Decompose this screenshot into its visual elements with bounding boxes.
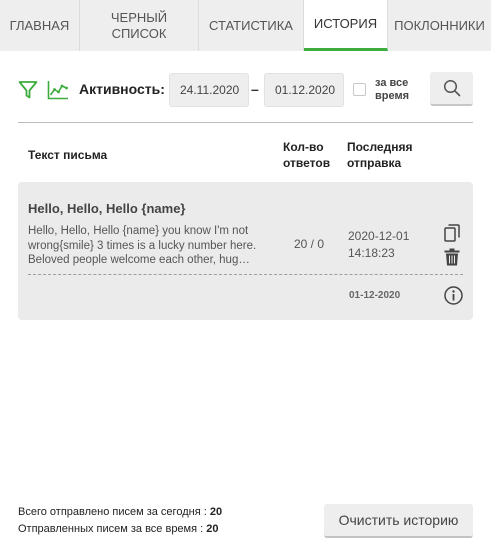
- filter-icon[interactable]: [18, 80, 38, 100]
- date-from-input[interactable]: 24.11.2020: [169, 73, 249, 107]
- sent-total-label: Отправленных писем за все время :: [18, 523, 204, 535]
- row-divider: [28, 274, 463, 275]
- reply-count: 20 / 0: [294, 237, 325, 251]
- tab-fans[interactable]: ПОКЛОННИКИ: [388, 0, 491, 51]
- date-separator: –: [251, 81, 259, 97]
- tab-bar: ГЛАВНАЯ ЧЕРНЫЙ СПИСОК СТАТИСТИКА ИСТОРИЯ…: [0, 0, 491, 51]
- tab-history[interactable]: ИСТОРИЯ: [304, 0, 388, 51]
- info-icon[interactable]: [444, 286, 463, 305]
- all-time-label[interactable]: за все время: [375, 77, 425, 103]
- sent-today: Всего отправлено писем за сегодня : 20: [18, 504, 222, 521]
- activity-label: Активность:: [79, 81, 165, 97]
- clear-history-button[interactable]: Очистить историю: [324, 504, 473, 538]
- message-title: Hello, Hello, Hello {name}: [28, 201, 186, 216]
- chart-icon[interactable]: [47, 80, 69, 100]
- column-header-count: Кол-во ответов: [283, 140, 331, 170]
- tab-home[interactable]: ГЛАВНАЯ: [0, 0, 80, 51]
- copy-icon[interactable]: [444, 224, 460, 242]
- column-header-last-sent: Последняя отправка: [347, 140, 413, 170]
- history-row: Hello, Hello, Hello {name} Hello, Hello,…: [18, 182, 473, 320]
- tab-blacklist[interactable]: ЧЕРНЫЙ СПИСОК: [80, 0, 199, 51]
- date-to-input[interactable]: 01.12.2020: [264, 73, 344, 107]
- sent-today-label: Всего отправлено писем за сегодня :: [18, 506, 207, 518]
- stats-summary: Всего отправлено писем за сегодня : 20 О…: [18, 504, 222, 538]
- column-header-text: Текст письма: [28, 148, 108, 162]
- all-time-checkbox[interactable]: [353, 83, 366, 96]
- message-body: Hello, Hello, Hello {name} you know I'm …: [28, 225, 257, 267]
- search-icon: [443, 79, 460, 97]
- sent-total-value: 20: [206, 523, 219, 535]
- tab-statistics[interactable]: СТАТИСТИКА: [199, 0, 304, 51]
- sent-today-value: 20: [209, 506, 223, 518]
- trash-icon[interactable]: [444, 248, 460, 266]
- activity-filter: Активность: 24.11.2020 – 01.12.2020 за в…: [18, 72, 473, 108]
- row-date: 01-12-2020: [349, 290, 401, 301]
- last-sent-time: 2020-12-01 14:18:23: [348, 229, 410, 260]
- divider: [18, 122, 473, 123]
- sent-total: Отправленных писем за все время : 20: [18, 521, 222, 538]
- history-page: ГЛАВНАЯ ЧЕРНЫЙ СПИСОК СТАТИСТИКА ИСТОРИЯ…: [0, 0, 491, 539]
- search-button[interactable]: [430, 72, 473, 106]
